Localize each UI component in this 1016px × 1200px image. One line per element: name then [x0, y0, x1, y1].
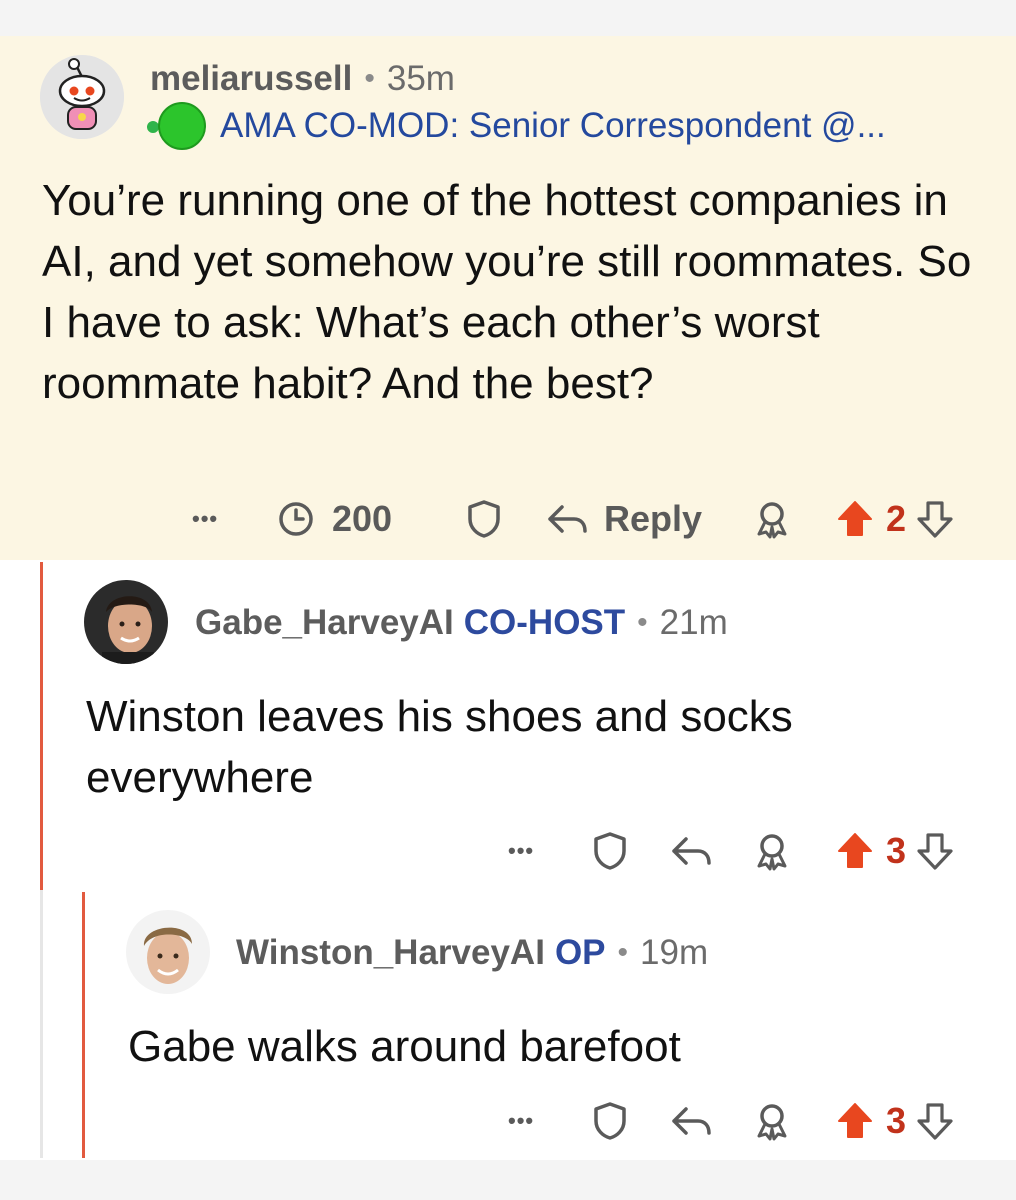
comment-body: Gabe walks around barefoot — [128, 1022, 681, 1071]
reply-label: Reply — [604, 498, 703, 539]
upvote-icon[interactable] — [836, 499, 874, 539]
more-button[interactable]: ••• — [508, 1096, 534, 1146]
user-flair[interactable]: AMA CO-MOD: Senior Correspondent @... — [158, 102, 886, 150]
award-button[interactable] — [752, 1096, 792, 1146]
views-count: 200 — [276, 494, 392, 544]
comment-actions: ••• 3 — [0, 826, 1016, 876]
vote-count: 3 — [886, 830, 907, 871]
shield-icon — [592, 831, 628, 871]
more-icon: ••• — [508, 1108, 535, 1133]
comment-actions: ••• 3 — [0, 1096, 1016, 1146]
downvote-icon[interactable] — [916, 831, 954, 871]
timestamp: 21m — [659, 603, 728, 642]
timestamp: 19m — [640, 933, 709, 972]
avatar[interactable] — [84, 580, 168, 664]
snoo-avatar-icon[interactable] — [40, 55, 162, 139]
comment-body: Winston leaves his shoes and socks every… — [86, 692, 793, 802]
upvote-icon[interactable] — [836, 1101, 874, 1141]
vote-group: 3 — [836, 1096, 954, 1146]
bottom-divider-bar — [0, 1160, 1016, 1200]
mod-shield-button[interactable] — [466, 494, 502, 544]
award-icon — [752, 1101, 792, 1141]
cohost-tag: CO-HOST — [463, 603, 626, 642]
shield-icon — [466, 499, 502, 539]
post-meta: meliarussell • 35m — [150, 56, 455, 102]
reply-arrow-icon — [546, 499, 590, 539]
award-icon — [752, 499, 792, 539]
shield-icon — [592, 1101, 628, 1141]
mod-shield-button[interactable] — [592, 826, 628, 876]
comment-body: You’re running one of the hottest compan… — [42, 176, 972, 408]
top-divider-bar — [0, 0, 1016, 36]
reply-arrow-icon — [670, 1101, 714, 1141]
more-icon: ••• — [508, 838, 535, 863]
reply-button[interactable] — [670, 1096, 714, 1146]
timestamp: 35m — [386, 59, 455, 98]
reply-arrow-icon — [670, 831, 714, 871]
comment-actions: ••• 200 Reply 2 — [0, 494, 1016, 544]
reply-button[interactable]: Reply — [546, 494, 702, 544]
avatar[interactable] — [126, 910, 210, 994]
flair-text: AMA CO-MOD: Senior Correspondent @... — [220, 106, 886, 145]
meta-separator: • — [617, 936, 629, 969]
reply-meta: Winston_HarveyAI OP • 19m — [236, 930, 708, 976]
username[interactable]: Gabe_HarveyAI — [195, 603, 454, 643]
views-icon — [276, 499, 316, 539]
views-count-text: 200 — [332, 498, 393, 539]
downvote-icon[interactable] — [916, 1101, 954, 1141]
green-circle-icon — [158, 102, 206, 150]
more-button[interactable]: ••• — [508, 826, 534, 876]
meta-separator: • — [364, 62, 375, 95]
award-icon — [752, 831, 792, 871]
vote-group: 2 — [836, 494, 954, 544]
reply-button[interactable] — [670, 826, 714, 876]
vote-group: 3 — [836, 826, 954, 876]
vote-count: 3 — [886, 1100, 907, 1141]
downvote-icon[interactable] — [916, 499, 954, 539]
reply-meta: Gabe_HarveyAI CO-HOST • 21m — [195, 600, 728, 646]
more-icon: ••• — [192, 506, 219, 531]
mod-shield-button[interactable] — [592, 1096, 628, 1146]
username[interactable]: Winston_HarveyAI — [236, 933, 545, 973]
upvote-icon[interactable] — [836, 831, 874, 871]
more-button[interactable]: ••• — [192, 494, 218, 544]
username[interactable]: meliarussell — [150, 59, 352, 99]
op-tag: OP — [554, 933, 606, 972]
award-button[interactable] — [752, 826, 792, 876]
vote-count: 2 — [886, 498, 907, 539]
award-button[interactable] — [752, 494, 792, 544]
meta-separator: • — [637, 606, 648, 639]
